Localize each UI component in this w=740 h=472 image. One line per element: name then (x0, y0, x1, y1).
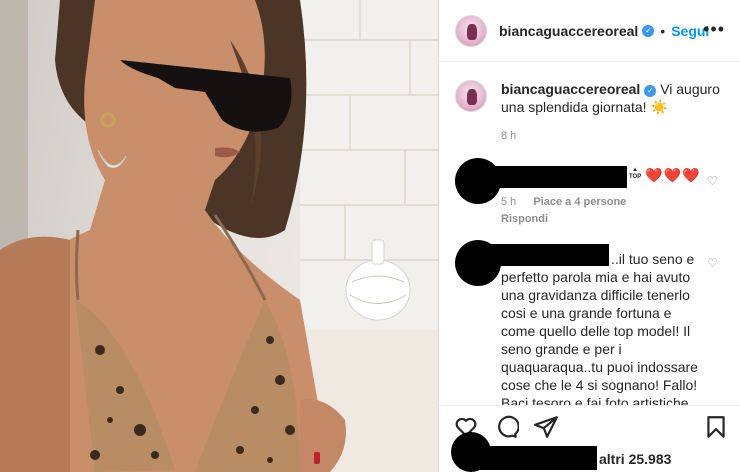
share-direct-icon[interactable] (533, 414, 559, 440)
post-photo[interactable] (0, 0, 438, 472)
author-username[interactable]: biancaguaccereoreal (499, 23, 638, 39)
caption-avatar[interactable] (455, 80, 487, 112)
top-fan-badge: ▲ TOP (629, 167, 642, 180)
commenter-name-redacted (491, 166, 627, 188)
author-avatar[interactable] (455, 14, 487, 47)
liker-name-redacted (479, 446, 597, 470)
comment-text: ..il tuo seno e perfetto parola mia e ha… (501, 251, 698, 411)
comment-item: ..il tuo seno e perfetto parola mia e ha… (455, 236, 725, 411)
more-horizontal-icon[interactable]: ••• (703, 20, 725, 38)
comment-text-row: ▲ TOP ❤️❤️❤️ (629, 166, 700, 184)
likes-count[interactable]: altri 25.983 (599, 451, 671, 467)
caption-timestamp: 8 h (501, 130, 517, 142)
post-side-panel: biancaguaccereoreal ✓ • Segui ••• bianca… (438, 0, 740, 472)
comment-meta: 5 h Piace a 4 persone (501, 196, 640, 208)
separator-dot: • (660, 22, 666, 39)
comment-timestamp: 5 h (501, 196, 517, 208)
verified-badge-icon: ✓ (644, 85, 657, 97)
caption-username[interactable]: biancaguaccereoreal (501, 81, 640, 97)
like-comment-heart-icon[interactable]: ♡ (707, 174, 718, 188)
comment-item: ▲ TOP ❤️❤️❤️ ♡ 5 h Piace a 4 persone Risp… (455, 158, 725, 228)
like-comment-heart-icon[interactable]: ♡ (707, 256, 718, 270)
verified-badge-icon: ✓ (642, 24, 655, 37)
reply-button[interactable]: Rispondi (501, 213, 548, 225)
post-actions-bar: altri 25.983 (439, 405, 740, 472)
caption-text-block: biancaguaccereoreal ✓ Vi auguro una splen… (501, 80, 725, 116)
comment-text: ❤️❤️❤️ (645, 167, 701, 183)
comment-likes-count[interactable]: Piace a 4 persone (533, 196, 626, 208)
save-bookmark-icon[interactable] (703, 414, 729, 440)
post-header: biancaguaccereoreal ✓ • Segui ••• (439, 0, 740, 62)
post-caption: biancaguaccereoreal ✓ Vi auguro una splen… (455, 80, 725, 116)
comment-icon[interactable] (493, 414, 519, 440)
post-image (0, 0, 438, 472)
